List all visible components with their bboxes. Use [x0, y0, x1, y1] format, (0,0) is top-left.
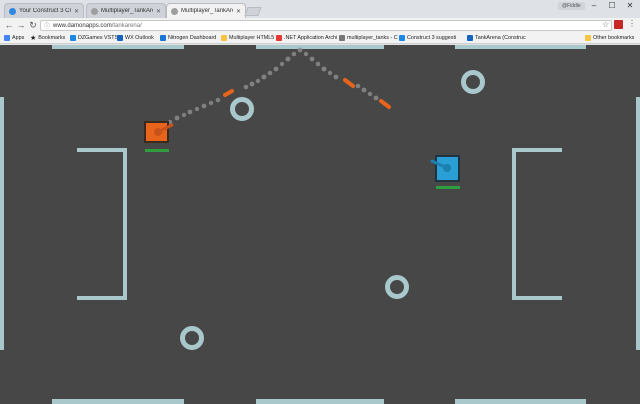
tab-favicon-icon: [171, 7, 178, 15]
bracket-left-side: [123, 148, 127, 300]
bookmark-tankarena[interactable]: TankArena (Construc: [467, 33, 526, 43]
health-bar: [436, 186, 460, 189]
bookmark-multiplayer-tanks[interactable]: multiplayer_tanks - C: [339, 33, 398, 43]
tab-title: Multiplayer_TankArena: [181, 8, 233, 14]
tank-arena-scene: [0, 45, 640, 404]
bookmark-label: Bookmarks: [38, 35, 66, 41]
bookmark-favicon-icon: [399, 35, 405, 41]
bookmark-label: WX Outlook: [125, 35, 154, 41]
other-bookmarks-label: Other bookmarks: [593, 35, 635, 41]
wall-bottom-right: [455, 399, 586, 404]
apps-grid-icon: [4, 35, 10, 41]
browser-tab[interactable]: Multiplayer_TankArena ✕: [86, 3, 166, 18]
folder-icon: [221, 35, 227, 41]
bookmark-label: Nitrogen Dashboard: [168, 35, 217, 41]
bracket-right-bottom: [512, 296, 562, 300]
maximize-icon[interactable]: ☐: [602, 0, 622, 11]
ring-obstacle: [461, 70, 485, 94]
bookmark-net-application[interactable]: .NET Application Archi: [276, 33, 337, 43]
tab-title: Multiplayer_TankArena: [101, 8, 153, 14]
bookmark-favicon-icon: [339, 35, 345, 41]
address-host: www.damonapps.com: [53, 22, 112, 29]
tab-favicon-icon: [91, 7, 98, 15]
projectile: [343, 78, 355, 88]
tank-orange: [144, 121, 174, 152]
window-close-icon[interactable]: ✕: [620, 0, 640, 11]
bookmarks-bar: Apps ★ Bookmarks DZGames VSTS WX Outlook …: [0, 32, 640, 44]
bookmark-nitrogen[interactable]: Nitrogen Dashboard: [160, 33, 216, 43]
bookmark-favicon-icon: [117, 35, 123, 41]
extension-icon[interactable]: [614, 20, 623, 29]
projectile: [379, 99, 391, 109]
bracket-right-top: [512, 148, 562, 152]
wall-right-edge: [636, 97, 640, 350]
bookmark-favicon-icon: [467, 35, 473, 41]
info-icon[interactable]: ⓘ: [44, 21, 50, 30]
bookmark-favicon-icon: [70, 35, 76, 41]
ring-obstacle: [180, 326, 204, 350]
browser-toolbar: ← → ↻ ⓘ www.damonapps.com/tankarena/: [0, 18, 640, 32]
ring-obstacle: [385, 275, 409, 299]
browser-tab[interactable]: Your Construct 3 Creatio ✕: [4, 3, 84, 18]
bracket-left-bottom: [77, 296, 127, 300]
browser-tab-active[interactable]: Multiplayer_TankArena ✕: [166, 3, 246, 18]
bookmark-star-icon[interactable]: ☆: [602, 20, 609, 29]
wall-top-left: [52, 45, 184, 49]
address-bar[interactable]: ⓘ www.damonapps.com/tankarena/: [40, 20, 612, 31]
bookmark-label: multiplayer_tanks - C: [347, 35, 398, 41]
folder-icon: [585, 35, 591, 41]
menu-icon[interactable]: ⋮: [628, 19, 636, 28]
wall-left-edge: [0, 97, 4, 350]
tank-blue: [430, 155, 460, 189]
close-icon[interactable]: ✕: [156, 8, 161, 15]
star-icon: ★: [30, 35, 37, 42]
bookmark-construct3[interactable]: Construct 3 suggesti: [399, 33, 456, 43]
back-arrow-icon[interactable]: ←: [3, 19, 15, 31]
bookmark-label: Construct 3 suggesti: [407, 35, 457, 41]
bookmark-wx-outlook[interactable]: WX Outlook: [117, 33, 154, 43]
bookmark-label: DZGames VSTS: [78, 35, 119, 41]
profile-badge[interactable]: @Fiddle: [558, 2, 585, 10]
bookmark-label: Multiplayer HTML5: [229, 35, 275, 41]
ring-obstacle: [230, 97, 254, 121]
wall-top-center: [256, 45, 384, 49]
new-tab-button[interactable]: [244, 7, 262, 16]
projectile: [223, 89, 234, 97]
reload-icon[interactable]: ↻: [27, 19, 39, 31]
bookmark-label: .NET Application Archi: [284, 35, 338, 41]
close-icon[interactable]: ✕: [74, 8, 79, 15]
bracket-right-side: [512, 148, 516, 300]
forward-arrow-icon[interactable]: →: [15, 19, 27, 31]
minimize-icon[interactable]: –: [584, 0, 604, 11]
bookmark-favicon-icon: [160, 35, 166, 41]
bookmark-label: Apps: [12, 35, 25, 41]
bracket-left-top: [77, 148, 127, 152]
tab-favicon-icon: [9, 7, 16, 15]
bookmark-label: TankArena (Construc: [475, 35, 526, 41]
bookmark-favicon-icon: [276, 35, 282, 41]
bookmark-dzgames[interactable]: DZGames VSTS: [70, 33, 118, 43]
wall-bottom-center: [256, 399, 384, 404]
tab-title: Your Construct 3 Creatio: [19, 8, 71, 14]
bookmark-multiplayer-html5[interactable]: Multiplayer HTML5: [221, 33, 274, 43]
bookmark-apps[interactable]: Apps: [4, 33, 24, 43]
game-canvas[interactable]: [0, 45, 640, 404]
other-bookmarks[interactable]: Other bookmarks: [585, 33, 634, 43]
tab-strip: Your Construct 3 Creatio ✕ Multiplayer_T…: [0, 0, 640, 18]
close-icon[interactable]: ✕: [236, 8, 241, 15]
bookmark-bookmarks[interactable]: ★ Bookmarks: [30, 33, 65, 43]
wall-top-right: [455, 45, 586, 49]
address-path: /tankarena/: [111, 22, 142, 29]
wall-bottom-left: [52, 399, 184, 404]
health-bar: [145, 149, 169, 152]
